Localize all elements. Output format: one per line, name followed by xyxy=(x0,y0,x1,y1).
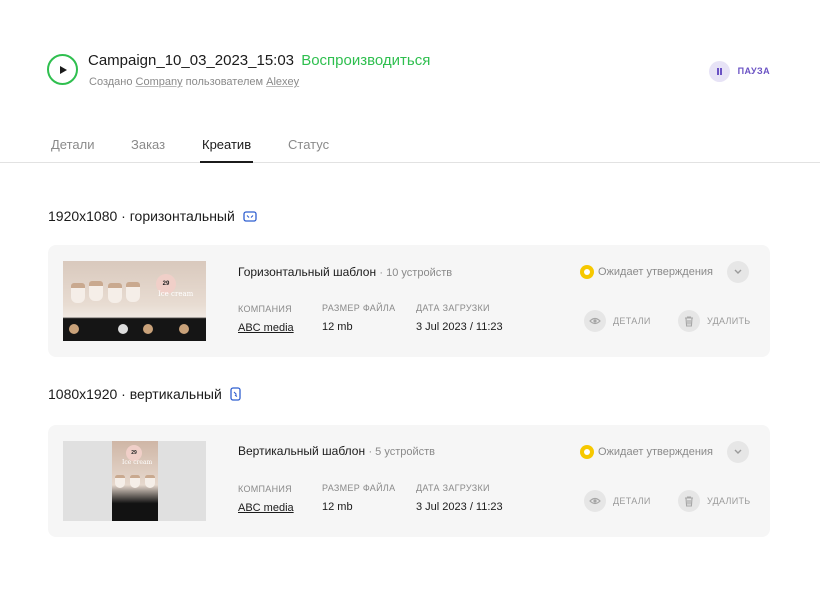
vertical-poster: 29 Ice cream xyxy=(112,441,158,521)
creative-title: Вертикальный шаблон xyxy=(238,444,366,458)
cup-image xyxy=(126,282,140,302)
upload-date-label: ДАТА ЗАГРУЗКИ xyxy=(416,483,490,493)
company-label: КОМПАНИЯ xyxy=(238,484,292,494)
play-icon xyxy=(60,66,67,74)
by-text: пользователем xyxy=(185,76,264,88)
creative-name: Вертикальный шаблон · 5 устройств xyxy=(238,444,435,458)
expand-button[interactable] xyxy=(727,261,749,283)
cup-image xyxy=(89,281,103,301)
section-title-horizontal: 1920x1080 · горизонтальный xyxy=(48,208,257,224)
cup-image xyxy=(108,283,122,303)
delete-button[interactable]: УДАЛИТЬ xyxy=(678,310,751,332)
creative-card-vertical: 29 Ice cream Вертикальный шаблон · 5 уст… xyxy=(48,425,770,537)
campaign-name: Campaign_10_03_2023_15:03 xyxy=(88,52,295,69)
file-size-label: РАЗМЕР ФАЙЛА xyxy=(322,483,396,493)
trash-icon xyxy=(678,490,700,512)
creative-card-horizontal: 29 Ice cream Горизонтальный шаблон · 10 … xyxy=(48,245,770,357)
cup-image xyxy=(130,475,140,488)
horizontal-screen-icon xyxy=(243,210,257,222)
company-link[interactable]: Company xyxy=(136,76,183,88)
campaign-status: Воспроизводиться xyxy=(301,52,431,69)
campaign-header: Campaign_10_03_2023_15:03 Воспроизводить… xyxy=(47,50,770,100)
tab-creative[interactable]: Креатив xyxy=(199,137,254,163)
pause-button[interactable]: ПАУЗА xyxy=(708,60,770,82)
details-button[interactable]: ДЕТАЛИ xyxy=(584,490,651,512)
tab-order[interactable]: Заказ xyxy=(131,137,165,152)
creative-title: Горизонтальный шаблон xyxy=(238,265,377,279)
eye-icon xyxy=(584,310,606,332)
file-size-label: РАЗМЕР ФАЙЛА xyxy=(322,303,396,313)
chevron-down-icon xyxy=(734,269,742,274)
created-prefix: Создано xyxy=(89,76,133,88)
trash-icon xyxy=(678,310,700,332)
pending-icon xyxy=(580,265,594,279)
device-count: · 5 устройств xyxy=(368,446,436,458)
section-title-text: 1920x1080 · горизонтальный xyxy=(48,208,235,224)
upload-date-field: ДАТА ЗАГРУЗКИ 3 Jul 2023 / 11:23 xyxy=(416,303,503,333)
tab-status[interactable]: Статус xyxy=(288,137,329,152)
upload-date-label: ДАТА ЗАГРУЗКИ xyxy=(416,303,490,313)
company-value[interactable]: ABC media xyxy=(238,322,294,334)
thumb-product-row xyxy=(63,319,206,341)
approval-status-text: Ожидает утверждения xyxy=(598,266,714,278)
delete-label: УДАЛИТЬ xyxy=(707,496,751,506)
upload-date-value: 3 Jul 2023 / 11:23 xyxy=(416,321,503,333)
upload-date-field: ДАТА ЗАГРУЗКИ 3 Jul 2023 / 11:23 xyxy=(416,483,503,513)
cup-image xyxy=(71,283,85,303)
tab-details[interactable]: Детали xyxy=(51,137,95,152)
thumb-headline: Ice cream xyxy=(158,290,194,298)
delete-button[interactable]: УДАЛИТЬ xyxy=(678,490,751,512)
file-size-value: 12 mb xyxy=(322,501,353,513)
pause-label: ПАУЗА xyxy=(737,66,770,76)
approval-status: Ожидает утверждения xyxy=(580,445,713,459)
company-value[interactable]: ABC media xyxy=(238,502,294,514)
details-button[interactable]: ДЕТАЛИ xyxy=(584,310,651,332)
expand-button[interactable] xyxy=(727,441,749,463)
campaign-title: Campaign_10_03_2023_15:03 Воспроизводить… xyxy=(88,52,430,69)
section-title-text: 1080x1920 · вертикальный xyxy=(48,386,222,402)
campaign-meta: Создано Company пользователем Alexey xyxy=(89,76,299,88)
cup-image xyxy=(145,475,155,488)
section-title-vertical: 1080x1920 · вертикальный xyxy=(48,386,241,402)
creative-thumbnail[interactable]: 29 Ice cream xyxy=(63,441,206,521)
file-size-value: 12 mb xyxy=(322,321,353,333)
thumb-headline: Ice cream xyxy=(122,459,153,466)
vertical-screen-icon xyxy=(230,387,241,401)
creative-thumbnail[interactable]: 29 Ice cream xyxy=(63,261,206,341)
approval-status: Ожидает утверждения xyxy=(580,265,713,279)
creative-name: Горизонтальный шаблон · 10 устройств xyxy=(238,265,452,279)
details-label: ДЕТАЛИ xyxy=(613,316,651,326)
file-size-field: РАЗМЕР ФАЙЛА 12 mb xyxy=(322,483,395,513)
upload-date-value: 3 Jul 2023 / 11:23 xyxy=(416,501,503,513)
device-count: · 10 устройств xyxy=(379,267,453,279)
chevron-down-icon xyxy=(734,449,742,454)
eye-icon xyxy=(584,490,606,512)
play-button[interactable] xyxy=(47,54,78,85)
company-field: КОМПАНИЯ ABC media xyxy=(238,484,294,514)
details-label: ДЕТАЛИ xyxy=(613,496,651,506)
company-label: КОМПАНИЯ xyxy=(238,304,292,314)
file-size-field: РАЗМЕР ФАЙЛА 12 mb xyxy=(322,303,395,333)
approval-status-text: Ожидает утверждения xyxy=(598,446,714,458)
company-field: КОМПАНИЯ ABC media xyxy=(238,304,294,334)
tab-bar: Детали Заказ Креатив Статус xyxy=(0,130,820,163)
pause-icon xyxy=(708,60,730,82)
pending-icon xyxy=(580,445,594,459)
user-link[interactable]: Alexey xyxy=(266,76,299,88)
cup-image xyxy=(115,475,125,488)
delete-label: УДАЛИТЬ xyxy=(707,316,751,326)
